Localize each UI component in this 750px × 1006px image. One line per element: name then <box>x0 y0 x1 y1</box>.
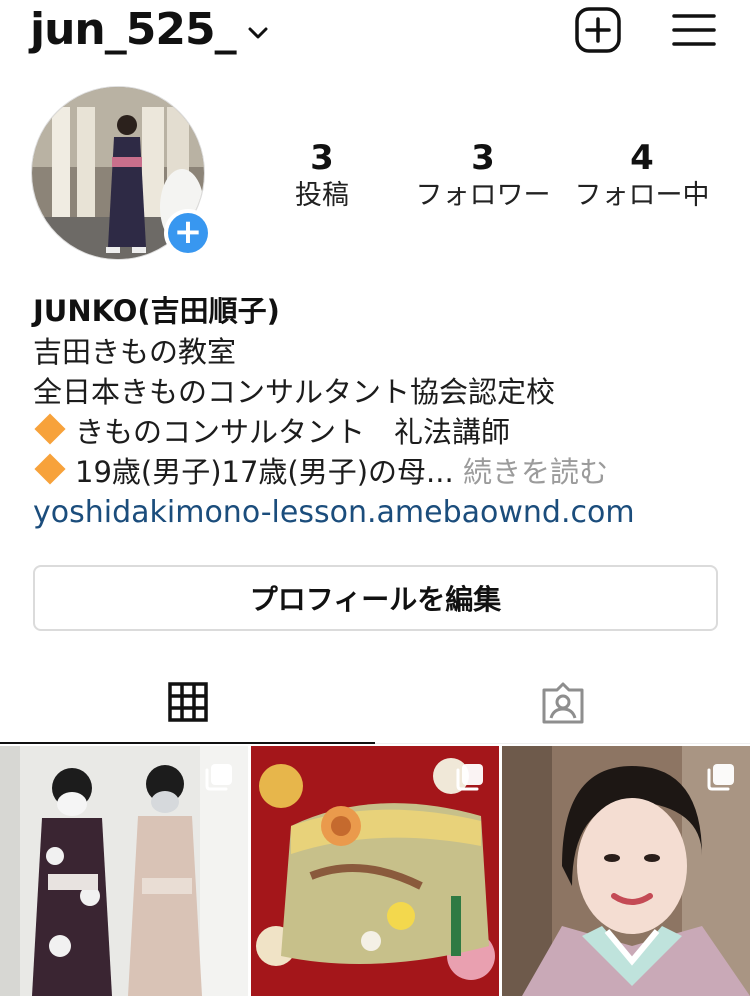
post-thumbnail[interactable] <box>251 746 499 996</box>
tab-grid[interactable] <box>0 662 375 744</box>
username: jun_525_ <box>30 4 237 55</box>
account-switcher[interactable]: jun_525_ <box>30 4 268 55</box>
bio-line: 吉田きもの教室 <box>33 335 237 369</box>
tagged-person-icon <box>542 682 583 723</box>
followers-count: 3 <box>471 138 495 178</box>
orange-diamond-icon <box>34 453 66 485</box>
website-link[interactable]: yoshidakimono-lesson.amebaownd.com <box>33 492 733 534</box>
following-count: 4 <box>630 138 654 178</box>
chevron-down-icon <box>248 27 268 38</box>
grid-icon <box>167 682 208 722</box>
bio-line: 19歳(男子)17歳(男子)の母... 続きを読む <box>33 452 733 492</box>
add-story-button[interactable]: + <box>164 209 212 257</box>
read-more-link[interactable]: 続きを読む <box>463 455 608 489</box>
followers-label: フォロワー <box>415 180 551 211</box>
hamburger-menu-icon[interactable] <box>672 10 716 50</box>
posts-grid <box>0 746 750 998</box>
bio-line-text: きものコンサルタント 礼法講師 <box>75 415 511 449</box>
following-label: フォロー中 <box>574 180 710 211</box>
multiple-images-icon <box>707 764 734 791</box>
orange-diamond-icon <box>34 413 66 445</box>
bio-line: 全日本きものコンサルタント協会認定校 <box>33 375 556 409</box>
tab-tagged[interactable] <box>375 662 750 744</box>
multiple-images-icon <box>205 764 232 791</box>
post-thumbnail[interactable] <box>502 746 750 996</box>
top-bar: jun_525_ <box>0 0 750 70</box>
stat-followers[interactable]: 3 フォロワー <box>408 138 558 214</box>
bio-line: きものコンサルタント 礼法講師 <box>33 412 733 452</box>
profile-tabs <box>0 662 750 744</box>
plus-icon: + <box>168 213 208 253</box>
post-thumbnail[interactable] <box>0 746 248 996</box>
plus-square-icon[interactable] <box>574 6 622 54</box>
posts-label: 投稿 <box>295 180 349 211</box>
bio-line-text: 19歳(男子)17歳(男子)の母... <box>75 455 454 489</box>
posts-count: 3 <box>310 138 334 178</box>
profile-bio: JUNKO(吉田順子) 吉田きもの教室 全日本きものコンサルタント協会認定校 き… <box>33 290 733 534</box>
profile-avatar-container: + <box>31 86 212 262</box>
display-name: JUNKO(吉田順子) <box>33 294 280 328</box>
multiple-images-icon <box>456 764 483 791</box>
stat-following[interactable]: 4 フォロー中 <box>568 138 716 214</box>
stat-posts[interactable]: 3 投稿 <box>262 138 382 214</box>
edit-profile-button[interactable]: プロフィールを編集 <box>33 565 718 631</box>
